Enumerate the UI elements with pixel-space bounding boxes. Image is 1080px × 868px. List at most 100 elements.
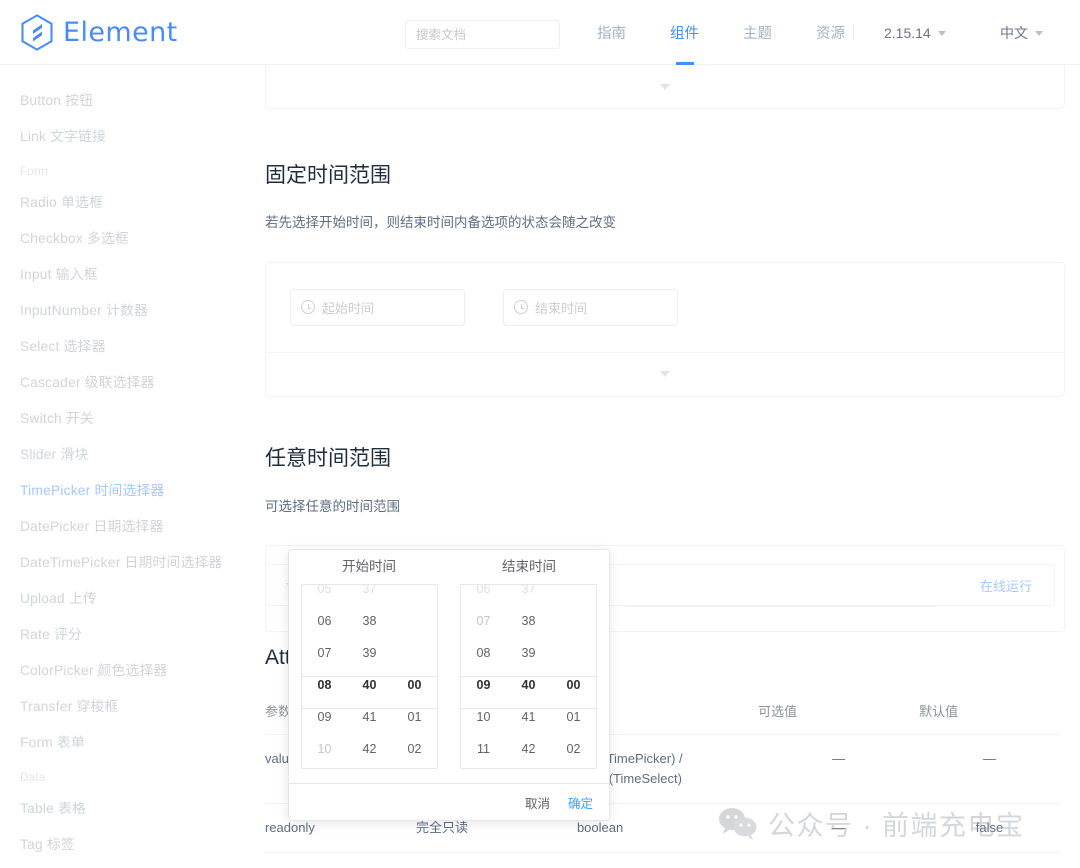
time-cell[interactable] (551, 637, 596, 669)
time-panel-footer: 取消 确定 (289, 783, 609, 820)
time-cell[interactable]: 03 (392, 765, 437, 768)
sidebar-item-table[interactable]: Table 表格 (0, 789, 250, 825)
demo-collapse-bar[interactable] (266, 65, 1064, 108)
confirm-button[interactable]: 确定 (568, 793, 593, 812)
section-title-fixed-range: 固定时间范围 (265, 164, 391, 187)
sidebar-item-rate[interactable]: Rate 评分 (0, 615, 250, 651)
time-cell[interactable]: 00 (551, 669, 596, 701)
time-cell[interactable]: 06 (461, 585, 506, 605)
time-cell[interactable]: 37 (506, 585, 551, 605)
brand-name: Element (63, 17, 178, 48)
cancel-button[interactable]: 取消 (525, 793, 550, 812)
sidebar-item-colorpicker[interactable]: ColorPicker 颜色选择器 (0, 651, 250, 687)
sidebar-item-link[interactable]: Link 文字链接 (0, 117, 250, 153)
sidebar-item-datetimepicker[interactable]: DateTimePicker 日期时间选择器 (0, 543, 250, 579)
end-minute-column[interactable]: 37383940414243 (506, 585, 551, 768)
time-cell[interactable]: 01 (551, 701, 596, 733)
time-cell[interactable]: 40 (506, 669, 551, 701)
nav-item-components[interactable]: 组件 (648, 0, 721, 65)
time-cell[interactable]: 42 (347, 733, 392, 765)
time-cell[interactable]: 39 (506, 637, 551, 669)
time-cell[interactable]: 09 (302, 701, 347, 733)
nav-item-theme[interactable]: 主题 (721, 0, 794, 65)
time-cell[interactable]: 43 (347, 765, 392, 768)
clock-icon (514, 300, 528, 315)
language-label: 中文 (1000, 24, 1028, 41)
start-time-spinner[interactable]: 05060708091011 37383940414243 00010203 (301, 584, 438, 769)
time-cell[interactable]: 10 (302, 733, 347, 765)
time-cell[interactable]: 41 (506, 701, 551, 733)
time-cell[interactable]: 39 (347, 637, 392, 669)
time-cell[interactable]: 02 (392, 733, 437, 765)
sidebar-item-radio[interactable]: Radio 单选框 (0, 183, 250, 219)
fixed-range-start-input[interactable]: 起始时间 (290, 288, 465, 326)
time-cell[interactable] (551, 605, 596, 637)
version-selector[interactable]: 2.15.14 (884, 0, 946, 65)
col-header-options: 可选值 (758, 695, 920, 735)
sidebar-item-button[interactable]: Button 按钮 (0, 81, 250, 117)
sidebar-item-transfer[interactable]: Transfer 穿梭框 (0, 687, 250, 723)
run-online-link[interactable]: 在线运行 (980, 576, 1032, 595)
sidebar-item-cascader[interactable]: Cascader 级联选择器 (0, 363, 250, 399)
time-cell[interactable]: 06 (302, 605, 347, 637)
brand-logo[interactable]: Element (20, 14, 178, 51)
nav-item-resources[interactable]: 资源 (794, 0, 867, 65)
time-cell[interactable]: 38 (347, 605, 392, 637)
col-header-default: 默认值 (919, 695, 1060, 735)
chevron-down-icon (660, 371, 670, 378)
start-hour-column[interactable]: 05060708091011 (302, 585, 347, 768)
sidebar-item-inputnumber[interactable]: InputNumber 计数器 (0, 291, 250, 327)
sidebar-item-datepicker[interactable]: DatePicker 日期选择器 (0, 507, 250, 543)
time-cell[interactable]: 41 (347, 701, 392, 733)
nav-item-guide[interactable]: 指南 (575, 0, 648, 65)
search-input[interactable] (405, 20, 560, 49)
time-cell[interactable]: 07 (302, 637, 347, 669)
end-time-header: 结束时间 (502, 559, 556, 574)
sidebar-group-label: Data (20, 772, 46, 784)
section-desc-fixed-range: 若先选择开始时间，则结束时间内备选项的状态会随之改变 (265, 215, 616, 230)
time-cell[interactable]: 11 (302, 765, 347, 768)
sidebar-item-upload[interactable]: Upload 上传 (0, 579, 250, 615)
sidebar-item-checkbox[interactable]: Checkbox 多选框 (0, 219, 250, 255)
language-selector[interactable]: 中文 (1000, 0, 1043, 65)
time-cell[interactable]: 03 (551, 765, 596, 768)
start-minute-column[interactable]: 37383940414243 (347, 585, 392, 768)
sidebar-item-input[interactable]: Input 输入框 (0, 255, 250, 291)
sidebar-item-timepicker[interactable]: TimePicker 时间选择器 (0, 471, 250, 507)
time-cell[interactable]: 05 (302, 585, 347, 605)
sidebar-item-slider[interactable]: Slider 滑块 (0, 435, 250, 471)
site-header: Element 指南 组件 主题 资源 2.15.14 中文 (0, 0, 1080, 65)
sidebar-item-form[interactable]: Form 表单 (0, 723, 250, 759)
time-cell[interactable]: 38 (506, 605, 551, 637)
sidebar-item-tag[interactable]: Tag 标签 (0, 825, 250, 861)
chevron-down-icon (660, 83, 670, 90)
sidebar-item-select[interactable]: Select 选择器 (0, 327, 250, 363)
fixed-range-end-input[interactable]: 结束时间 (503, 288, 678, 326)
time-cell[interactable]: 09 (461, 669, 506, 701)
time-cell[interactable]: 00 (392, 669, 437, 701)
time-cell[interactable]: 40 (347, 669, 392, 701)
time-cell[interactable] (551, 585, 596, 605)
demo-body-fixed-range: 起始时间 结束时间 (266, 263, 1064, 352)
end-hour-column[interactable]: 06070809101112 (461, 585, 506, 768)
sidebar-item-switch[interactable]: Switch 开关 (0, 399, 250, 435)
chevron-down-icon (937, 31, 946, 36)
demo-collapse-bar-fixed-range[interactable] (266, 351, 1064, 396)
time-cell[interactable]: 43 (506, 765, 551, 768)
end-time-spinner[interactable]: 06070809101112 37383940414243 00010203 (460, 584, 597, 769)
time-cell[interactable]: 08 (302, 669, 347, 701)
time-cell[interactable] (392, 585, 437, 605)
time-cell[interactable] (392, 605, 437, 637)
time-cell[interactable] (392, 637, 437, 669)
time-cell[interactable]: 11 (461, 733, 506, 765)
time-cell[interactable]: 08 (461, 637, 506, 669)
time-cell[interactable]: 10 (461, 701, 506, 733)
time-cell[interactable]: 37 (347, 585, 392, 605)
time-cell[interactable]: 07 (461, 605, 506, 637)
time-cell[interactable]: 42 (506, 733, 551, 765)
time-cell[interactable]: 02 (551, 733, 596, 765)
time-cell[interactable]: 01 (392, 701, 437, 733)
time-cell[interactable]: 12 (461, 765, 506, 768)
end-second-column[interactable]: 00010203 (551, 585, 596, 768)
start-second-column[interactable]: 00010203 (392, 585, 437, 768)
